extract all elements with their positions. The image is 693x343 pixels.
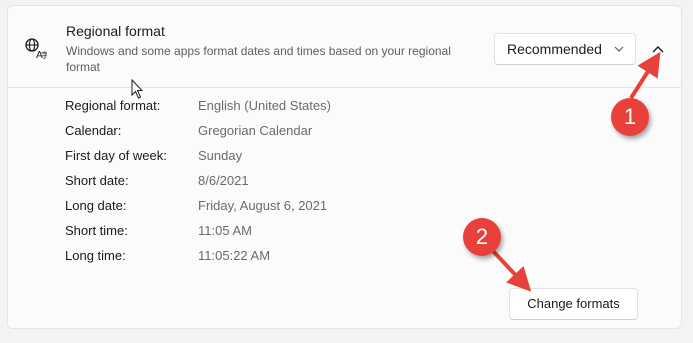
detail-row-short-date: Short date: 8/6/2021: [65, 173, 485, 198]
change-formats-button[interactable]: Change formats: [509, 288, 638, 320]
detail-row-regional-format: Regional format: English (United States): [65, 98, 485, 123]
language-globe-icon: A 字: [25, 38, 47, 60]
detail-label: Regional format:: [65, 98, 161, 113]
detail-row-short-time: Short time: 11:05 AM: [65, 223, 485, 248]
svg-text:字: 字: [41, 50, 47, 60]
chevron-up-icon[interactable]: [644, 36, 672, 64]
format-details-list: Regional format: English (United States)…: [65, 98, 485, 273]
detail-value: 11:05:22 AM: [198, 248, 271, 263]
chevron-down-icon: [614, 46, 624, 52]
regional-format-dropdown[interactable]: Recommended: [494, 33, 636, 65]
detail-row-long-date: Long date: Friday, August 6, 2021: [65, 198, 485, 223]
annotation-badge-2: 2: [463, 218, 501, 256]
mouse-pointer-icon: [131, 79, 144, 99]
detail-value: English (United States): [198, 98, 331, 113]
screen: A 字 Regional format Windows and some app…: [0, 0, 693, 343]
annotation-badge-1: 1: [611, 98, 649, 136]
detail-value: Friday, August 6, 2021: [198, 198, 328, 213]
detail-value: 8/6/2021: [198, 173, 249, 188]
card-title: Regional format: [66, 23, 165, 39]
regional-format-card: A 字 Regional format Windows and some app…: [7, 5, 682, 329]
detail-row-long-time: Long time: 11:05:22 AM: [65, 248, 485, 273]
detail-label: Long time:: [65, 248, 126, 263]
detail-label: Long date:: [65, 198, 127, 213]
detail-label: Short time:: [65, 223, 128, 238]
dropdown-selected-value: Recommended: [507, 41, 602, 57]
detail-row-calendar: Calendar: Gregorian Calendar: [65, 123, 485, 148]
detail-label: Short date:: [65, 173, 129, 188]
card-description: Windows and some apps format dates and t…: [66, 44, 451, 74]
detail-value: 11:05 AM: [198, 223, 252, 238]
detail-row-first-day-of-week: First day of week: Sunday: [65, 148, 485, 173]
detail-label: First day of week:: [65, 148, 167, 163]
detail-value: Sunday: [198, 148, 243, 163]
detail-label: Calendar:: [65, 123, 122, 138]
regional-format-header[interactable]: A 字 Regional format Windows and some app…: [8, 6, 681, 88]
detail-value: Gregorian Calendar: [198, 123, 313, 138]
